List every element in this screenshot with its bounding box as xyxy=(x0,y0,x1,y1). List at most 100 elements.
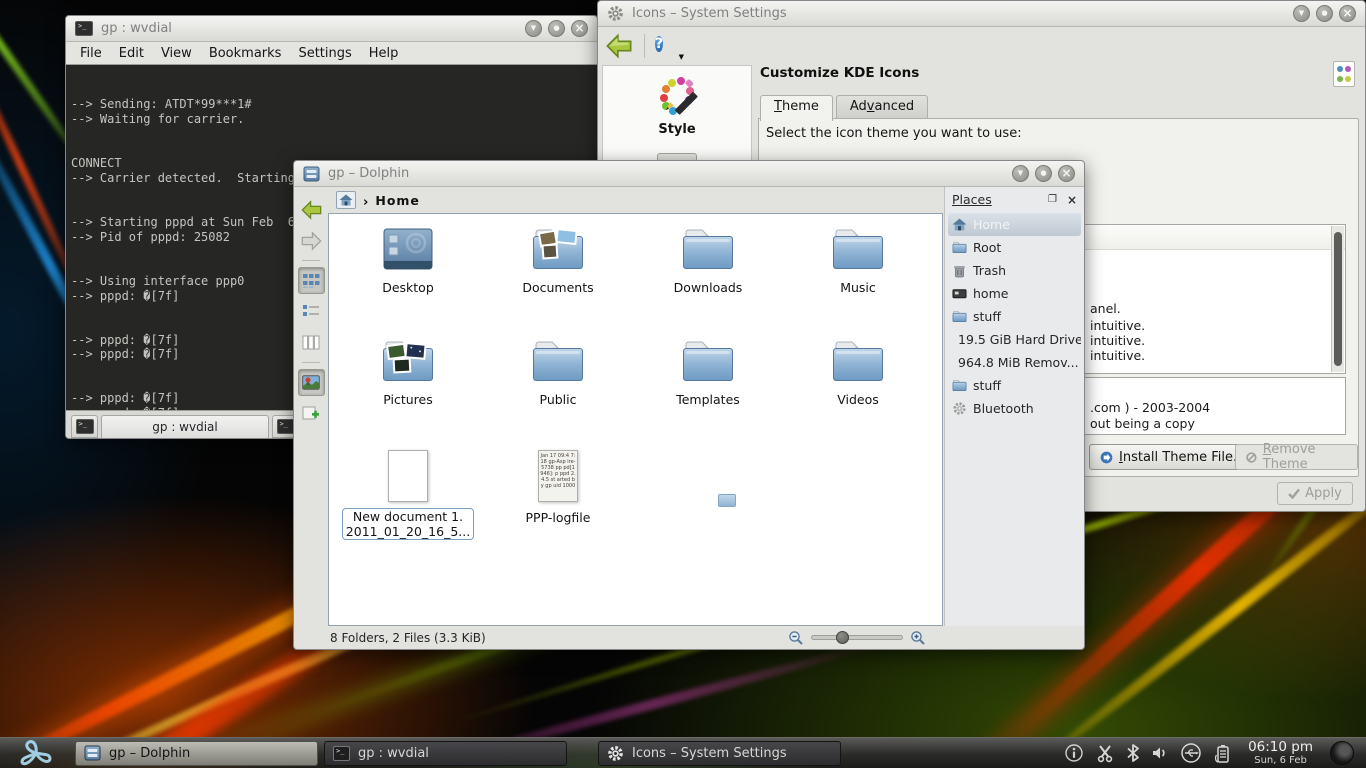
tab-theme[interactable]: Theme xyxy=(760,95,833,121)
maximize-button[interactable] xyxy=(548,20,565,37)
info-icon[interactable] xyxy=(1064,743,1084,763)
gear-icon xyxy=(607,745,624,762)
scrollbar-thumb[interactable] xyxy=(1334,232,1342,366)
minimize-button[interactable] xyxy=(1293,5,1310,22)
home-icon xyxy=(952,218,967,231)
menu-edit[interactable]: Edit xyxy=(119,46,144,61)
help-button[interactable]: ? ▼ xyxy=(655,33,681,59)
split-view-button[interactable] xyxy=(298,400,325,427)
minimize-button[interactable] xyxy=(525,20,542,37)
maximize-button[interactable] xyxy=(1316,5,1333,22)
folder-item-downloads[interactable]: Downloads xyxy=(633,224,783,336)
folder-item-documents[interactable]: Documents xyxy=(483,224,633,336)
plasma-toolbox-icon[interactable] xyxy=(1330,741,1354,765)
places-panel-title: Places xyxy=(952,192,992,207)
place-item-trash[interactable]: Trash xyxy=(948,259,1081,282)
bluetooth-icon[interactable] xyxy=(1126,743,1140,763)
menu-view[interactable]: View xyxy=(161,46,192,61)
folder-item-pictures[interactable]: Pictures xyxy=(333,336,483,448)
folder-item-desktop[interactable]: Desktop xyxy=(333,224,483,336)
folder-item-music[interactable]: Music xyxy=(783,224,933,336)
terminal-icon xyxy=(76,419,94,434)
system-settings-title: Icons – System Settings xyxy=(632,6,787,21)
sidebar-item-style[interactable]: Style xyxy=(658,122,695,137)
folder-item-templates[interactable]: Templates xyxy=(633,336,783,448)
folder-item-public[interactable]: Public xyxy=(483,336,633,448)
konsole-titlebar[interactable]: gp : wvdial xyxy=(66,16,597,42)
desktop-folder-icon xyxy=(380,226,436,272)
blank-document-icon xyxy=(388,450,428,502)
terminal-icon xyxy=(333,746,350,761)
close-panel-icon[interactable]: × xyxy=(1067,193,1077,207)
usb-device-icon[interactable] xyxy=(1180,742,1202,764)
install-theme-button[interactable]: Install Theme File... xyxy=(1089,444,1256,470)
volume-icon[interactable] xyxy=(1151,744,1169,762)
close-button[interactable] xyxy=(571,20,588,37)
preview-button[interactable] xyxy=(298,369,325,396)
app-launcher-button[interactable] xyxy=(0,738,72,768)
place-item-root[interactable]: Root xyxy=(948,236,1081,259)
folder-icon xyxy=(952,241,967,254)
close-button[interactable] xyxy=(1339,5,1356,22)
back-button[interactable] xyxy=(604,32,634,60)
file-manager-icon xyxy=(84,745,101,761)
apply-button[interactable]: Apply xyxy=(1277,482,1353,505)
icons-view-button[interactable] xyxy=(298,267,325,294)
remove-theme-button[interactable]: Remove Theme xyxy=(1235,444,1358,470)
icons-view-icon xyxy=(302,273,320,289)
konsole-tab[interactable]: gp : wvdial xyxy=(101,415,269,438)
breadcrumb-home[interactable]: Home xyxy=(375,193,420,208)
place-item-removable[interactable]: 964.8 MiB Remov... xyxy=(948,351,1081,374)
clock[interactable]: 06:10 pm Sun, 6 Feb xyxy=(1242,740,1319,766)
forward-button[interactable] xyxy=(298,227,325,254)
folder-view[interactable]: Desktop Documents xyxy=(328,213,943,626)
folder-item-videos[interactable]: Videos xyxy=(783,336,933,448)
dolphin-titlebar[interactable]: gp – Dolphin xyxy=(294,161,1084,187)
taskbar-item-dolphin[interactable]: gp – Dolphin xyxy=(75,741,318,766)
maximize-button[interactable] xyxy=(1035,165,1052,182)
konsole-menubar: File Edit View Bookmarks Settings Help xyxy=(66,42,597,64)
menu-settings[interactable]: Settings xyxy=(298,46,351,61)
battery-icon[interactable] xyxy=(1213,743,1231,764)
menu-bookmarks[interactable]: Bookmarks xyxy=(209,46,282,61)
place-item-stuff[interactable]: stuff xyxy=(948,305,1081,328)
columns-view-button[interactable] xyxy=(298,329,325,356)
file-item-ppp-logfile[interactable]: Jan 17 09:4 7:18 gp-Asp ire-5738 pp pd[1… xyxy=(483,448,633,560)
icon-sizes-icon[interactable] xyxy=(1333,61,1355,87)
menu-help[interactable]: Help xyxy=(369,46,399,61)
pictures-folder-icon xyxy=(380,338,436,384)
cursor-artifact xyxy=(718,494,736,507)
close-button[interactable] xyxy=(1058,165,1075,182)
zoom-out-icon[interactable] xyxy=(788,630,804,646)
new-tab-button[interactable] xyxy=(71,415,98,438)
columns-view-icon xyxy=(302,335,320,350)
file-item-new-document[interactable]: New document 1.2011_01_20_16_5... xyxy=(333,448,483,560)
taskbar-item-wvdial[interactable]: gp : wvdial xyxy=(324,741,567,766)
zoom-slider-thumb[interactable] xyxy=(836,631,849,644)
terminal-icon xyxy=(277,419,295,434)
folder-icon xyxy=(680,226,736,272)
klipper-scissors-icon[interactable] xyxy=(1095,743,1115,763)
back-button[interactable] xyxy=(298,196,325,223)
place-item-stuff-2[interactable]: stuff xyxy=(948,374,1081,397)
style-icon xyxy=(654,74,700,120)
menu-file[interactable]: File xyxy=(80,46,102,61)
description-fragment: .com ) - 2003-2004 xyxy=(1090,400,1210,415)
details-view-button[interactable] xyxy=(298,298,325,325)
minimize-button[interactable] xyxy=(1012,165,1029,182)
scrollbar[interactable] xyxy=(1331,226,1344,372)
system-settings-titlebar[interactable]: Icons – System Settings xyxy=(598,1,1365,27)
place-item-home-drive[interactable]: home xyxy=(948,282,1081,305)
page-title: Customize KDE Icons xyxy=(760,65,919,81)
taskbar-item-system-settings[interactable]: Icons – System Settings xyxy=(598,741,841,766)
place-item-bluetooth[interactable]: Bluetooth xyxy=(948,397,1081,420)
details-view-icon xyxy=(302,304,320,319)
float-panel-icon[interactable]: ❐ xyxy=(1048,194,1057,205)
place-item-home[interactable]: Home xyxy=(948,213,1081,236)
zoom-in-icon[interactable] xyxy=(910,630,926,646)
zoom-slider[interactable] xyxy=(811,635,903,640)
place-item-hard-drive[interactable]: 19.5 GiB Hard Drive xyxy=(948,328,1081,351)
split-view-icon xyxy=(302,406,320,421)
gear-icon xyxy=(952,401,967,416)
home-icon[interactable] xyxy=(336,191,356,209)
